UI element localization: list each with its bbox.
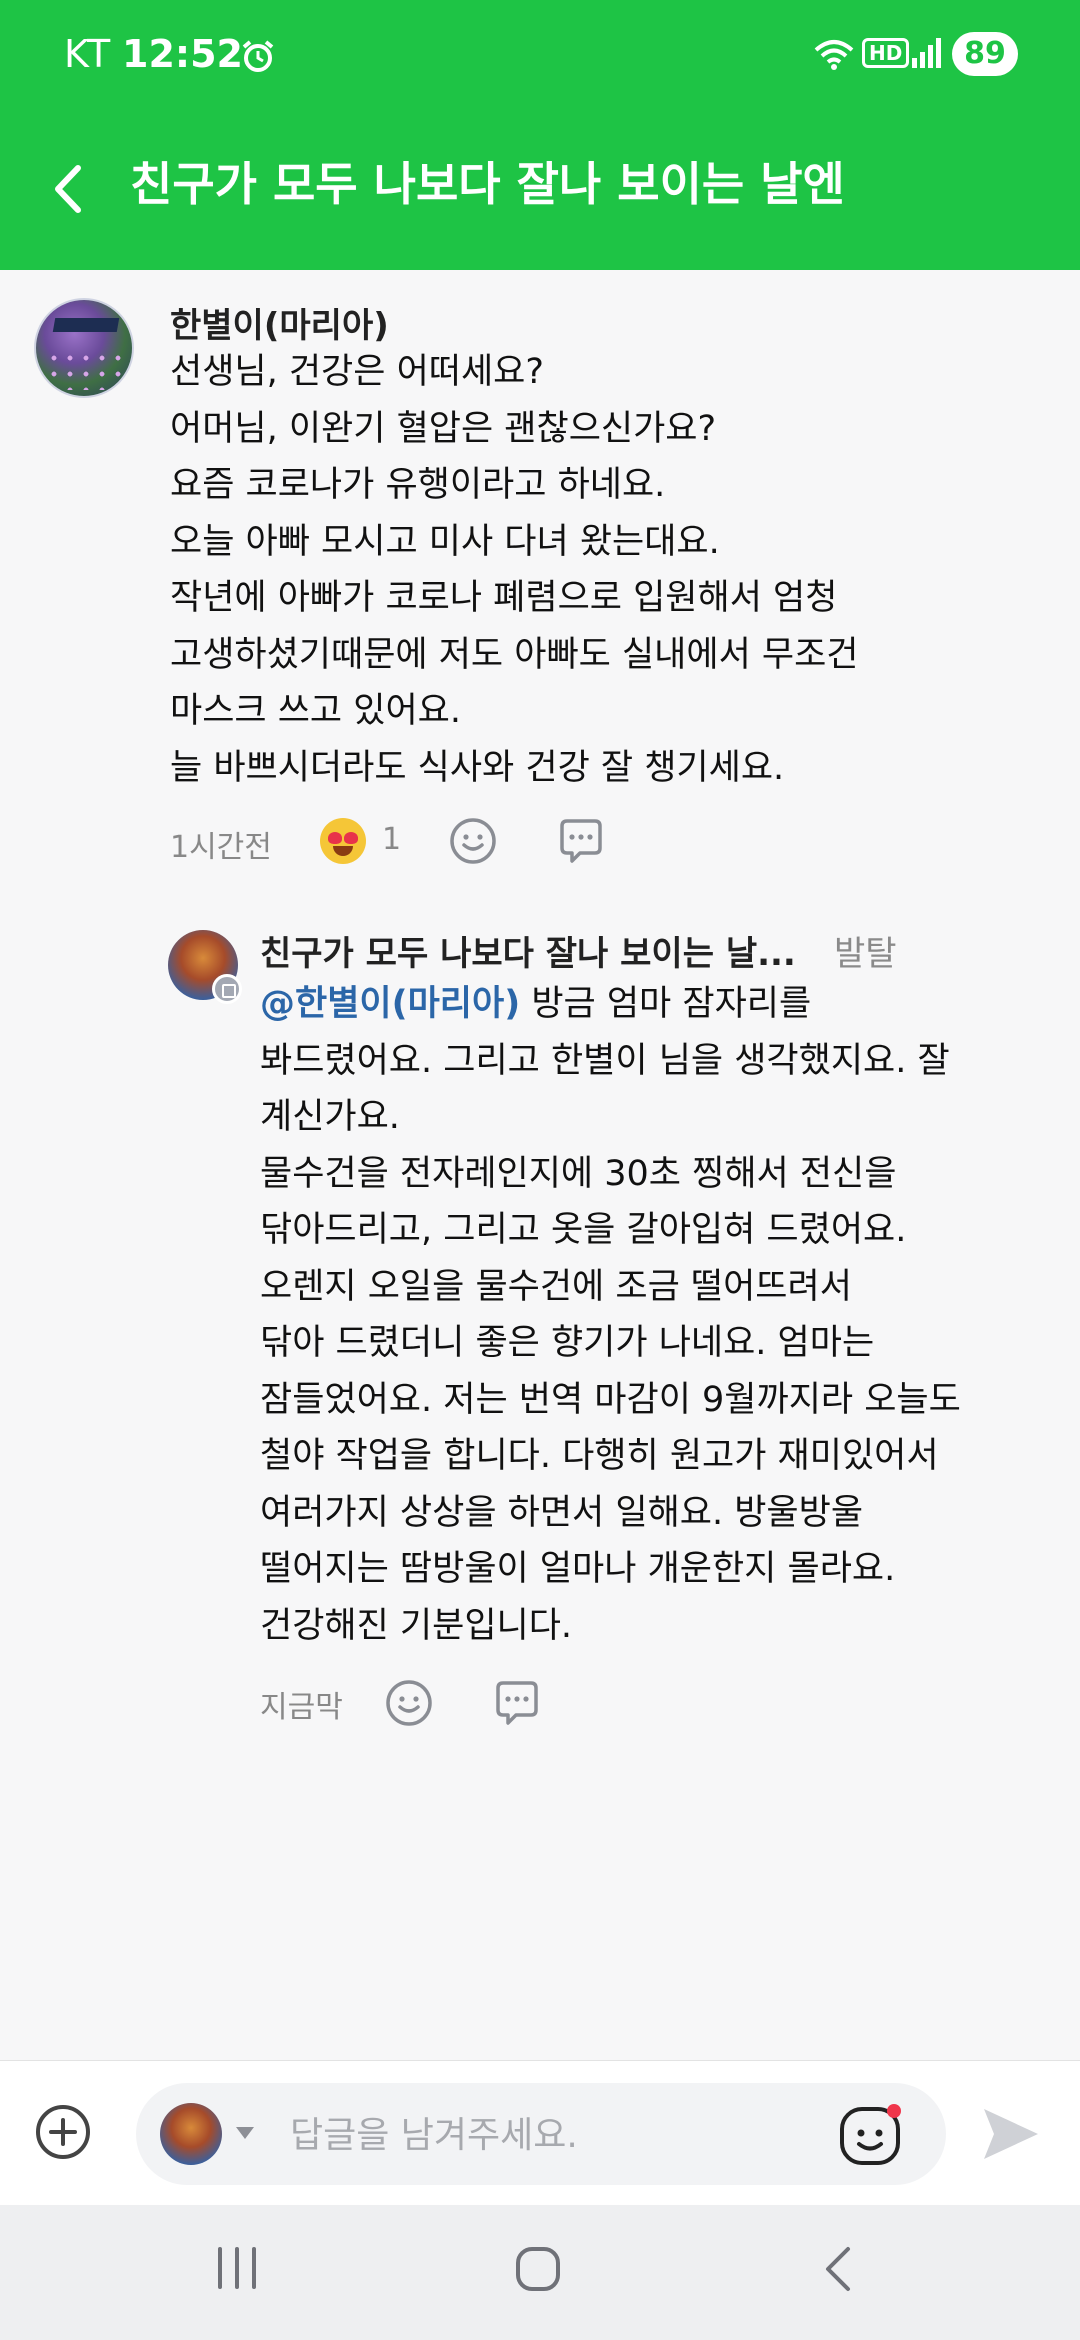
reply-input-bar	[0, 2060, 1080, 2205]
nav-back-icon[interactable]	[818, 2243, 858, 2295]
reply-author[interactable]: 친구가 모두 나보다 잘나 보이는 날...	[260, 926, 796, 975]
reply-line: 닦아드리고, 그리고 옷을 갈아입혀 드렸어요.	[260, 1210, 907, 1250]
page-header: 친구가 모두 나보다 잘나 보이는 날엔	[0, 110, 1080, 270]
comment-line: 늘 바쁘시더라도 식사와 건강 잘 챙기세요.	[170, 747, 785, 788]
reply-first-line: @한별이(마리아) 방금 엄마 잠자리를	[260, 976, 961, 1033]
signal-icon	[912, 38, 941, 68]
comment-line: 고생하셨기때문에 저도 아빠도 실내에서 무조건	[170, 634, 859, 675]
comment-line: 선생님, 건강은 어떠세요?	[170, 352, 544, 392]
system-nav-bar	[0, 2205, 1080, 2340]
alarm-icon	[242, 40, 274, 72]
comment-list[interactable]: 한별이(마리아) 선생님, 건강은 어떠세요? 어머님, 이완기 혈압은 괜찮으…	[0, 270, 1080, 2060]
comment-author[interactable]: 한별이(마리아)	[170, 298, 389, 347]
reply-line: 건강해진 기분입니다.	[260, 1605, 573, 1646]
wifi-icon	[814, 40, 854, 70]
reply-line: 봐드렸어요. 그리고 한별이 님을 생각했지요. 잘	[260, 1040, 950, 1081]
comment-line: 작년에 아빠가 코로나 폐렴으로 입원해서 엄청	[170, 578, 838, 618]
top-app-bar: KT 12:52 HD 89 친구가 모두 나보다 잘나 보이는 날엔	[0, 0, 1080, 270]
reply-line: 계신가요.	[260, 1097, 400, 1137]
author-badge-icon	[212, 974, 242, 1004]
reply-line: 잠들었어요. 저는 번역 마감이 9월까지라 오늘도	[260, 1379, 961, 1420]
page-title: 친구가 모두 나보다 잘나 보이는 날엔	[130, 157, 845, 211]
add-reaction-smiley-icon[interactable]	[384, 1678, 434, 1728]
reply-input[interactable]	[290, 2111, 850, 2159]
recent-apps-icon[interactable]	[214, 2245, 260, 2291]
comment-line: 어머님, 이완기 혈압은 괜찮으신가요?	[170, 408, 717, 449]
back-arrow-icon[interactable]	[44, 154, 92, 224]
add-attachment-plus-icon[interactable]	[34, 2103, 92, 2161]
author-tag: 발탈	[834, 934, 897, 974]
comment-meta: 1시간전 1	[170, 810, 870, 870]
reply-body: @한별이(마리아) 방금 엄마 잠자리를 봐드렸어요. 그리고 한별이 님을 생…	[260, 976, 961, 1654]
reply-line: 여러가지 상상을 하면서 일해요. 방울방울	[260, 1492, 864, 1533]
status-bar: KT 12:52 HD 89	[0, 0, 1080, 110]
reply-line: 물수건을 전자레인지에 30초 찡해서 전신을	[260, 1153, 897, 1194]
comment-line: 오늘 아빠 모시고 미사 다녀 왔는대요.	[170, 521, 720, 562]
heart-eyes-reaction-icon[interactable]	[320, 818, 366, 864]
reply-bubble-icon[interactable]	[492, 1678, 542, 1728]
send-icon[interactable]	[980, 2105, 1042, 2163]
comment-line: 요즘 코로나가 유행이라고 하네요.	[170, 465, 666, 505]
reply-line: 오렌지 오일을 물수건에 조금 떨어뜨려서	[260, 1266, 852, 1307]
comment-timestamp: 1시간전	[170, 830, 272, 865]
reply-line: 방금 엄마 잠자리를	[520, 984, 812, 1024]
avatar[interactable]	[160, 2103, 222, 2165]
reaction-count: 1	[382, 822, 402, 857]
avatar[interactable]	[34, 298, 134, 398]
chevron-down-icon[interactable]	[236, 2127, 254, 2139]
clock-time: 12:52	[122, 32, 243, 76]
reply-line: 떨어지는 땀방울이 얼마나 개운한지 몰라요.	[260, 1549, 896, 1589]
home-icon[interactable]	[514, 2245, 562, 2293]
reply-timestamp: 지금막	[260, 1690, 343, 1725]
battery-indicator: 89	[952, 32, 1018, 76]
add-reaction-smiley-icon[interactable]	[448, 816, 498, 866]
hd-voice-icon: HD	[862, 38, 910, 68]
reply-line: 닦아 드렸더니 좋은 향기가 나네요. 엄마는	[260, 1323, 875, 1363]
mention-link[interactable]: @한별이(마리아)	[260, 984, 520, 1024]
carrier-label: KT	[64, 32, 112, 76]
reply-input-container[interactable]	[136, 2083, 946, 2185]
reply-bubble-icon[interactable]	[556, 816, 606, 866]
comment-line: 마스크 쓰고 있어요.	[170, 691, 461, 731]
emoji-sticker-icon[interactable]	[836, 2101, 906, 2169]
comment-body: 선생님, 건강은 어떠세요? 어머님, 이완기 혈압은 괜찮으신가요? 요즘 코…	[170, 344, 859, 796]
reply-meta: 지금막	[260, 1670, 660, 1730]
reply-line: 철야 작업을 합니다. 다행히 원고가 재미있어서	[260, 1436, 939, 1476]
